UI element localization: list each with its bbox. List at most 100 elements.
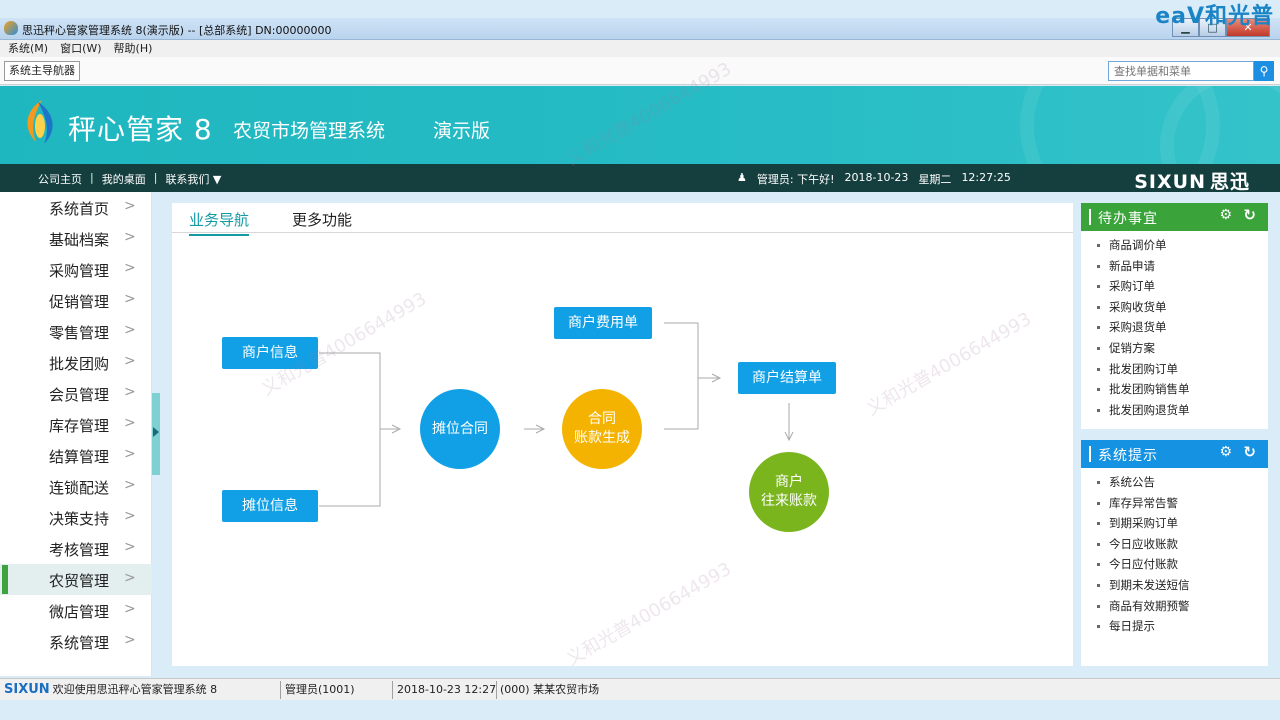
tips-list: 系统公告 库存异常告警 到期采购订单 今日应收账款 今日应付账款 到期未发送短信…: [1081, 468, 1268, 637]
chevron-right-icon: >: [124, 291, 136, 307]
tips-item[interactable]: 商品有效期预警: [1081, 596, 1268, 617]
gear-icon[interactable]: ⚙: [1219, 444, 1232, 460]
refresh-icon[interactable]: ↻: [1243, 206, 1256, 224]
user-greeting: 管理员: 下午好!: [756, 173, 835, 186]
header-accent: [1089, 209, 1091, 225]
todo-item[interactable]: 批发团购订单: [1081, 359, 1268, 380]
sidebar-item-label: 基础档案: [49, 231, 110, 249]
sidebar-item-inventory[interactable]: 库存管理 >: [0, 409, 152, 440]
user-info: ♟ 管理员: 下午好! 2018-10-23 星期二 12:27:25: [737, 171, 1011, 187]
menu-system[interactable]: 系统(M): [8, 40, 48, 57]
chevron-right-icon: >: [124, 539, 136, 555]
current-date: 2018-10-23: [844, 171, 909, 184]
flow-contract-line1: 合同: [588, 411, 616, 427]
menu-window[interactable]: 窗口(W): [60, 40, 101, 57]
current-time: 12:27:25: [961, 171, 1011, 184]
tips-item[interactable]: 到期采购订单: [1081, 513, 1268, 534]
flow-stall-info[interactable]: 摊位信息: [222, 490, 318, 522]
todo-header: 待办事宜 ⚙ ↻: [1081, 203, 1268, 231]
sidebar-item-label: 零售管理: [49, 324, 110, 342]
nav-contact-us[interactable]: 联系我们 ▼: [165, 171, 221, 187]
sidebar-collapse-handle[interactable]: [152, 393, 160, 475]
todo-item[interactable]: 商品调价单: [1081, 235, 1268, 256]
menu-help[interactable]: 帮助(H): [114, 40, 153, 57]
sidebar-item-purchase[interactable]: 采购管理 >: [0, 254, 152, 285]
sidebar-item-settlement[interactable]: 结算管理 >: [0, 440, 152, 471]
top-navbar: 公司主页 | 我的桌面 | 联系我们 ▼ ♟ 管理员: 下午好! 2018-10…: [0, 164, 1280, 193]
status-market: (000) 某某农贸市场: [500, 683, 600, 696]
tips-item[interactable]: 到期未发送短信: [1081, 575, 1268, 596]
sixun-logo-cn: 思迅: [1209, 171, 1250, 193]
tips-item[interactable]: 系统公告: [1081, 472, 1268, 493]
tab-main-navigator[interactable]: 系统主导航器: [4, 61, 80, 81]
edition-label: 演示版: [433, 120, 491, 142]
todo-item[interactable]: 采购订单: [1081, 276, 1268, 297]
search-input[interactable]: [1108, 61, 1254, 81]
flow-merchant-info[interactable]: 商户信息: [222, 337, 318, 369]
status-divider: [392, 681, 393, 699]
tips-item[interactable]: 库存异常告警: [1081, 493, 1268, 514]
sidebar-item-label: 农贸管理: [49, 572, 110, 590]
sidebar-item-micro-store[interactable]: 微店管理 >: [0, 595, 152, 626]
status-logo: SIXUN: [4, 682, 50, 697]
chevron-right-icon: >: [124, 353, 136, 369]
todo-panel: 待办事宜 ⚙ ↻ 商品调价单 新品申请 采购订单 采购收货单 采购退货单 促销方…: [1081, 203, 1268, 429]
nav-company-home[interactable]: 公司主页: [38, 171, 82, 187]
tips-item[interactable]: 今日应收账款: [1081, 534, 1268, 555]
status-welcome-text: 欢迎使用思迅秤心管家管理系统 8: [52, 683, 218, 696]
todo-item[interactable]: 新品申请: [1081, 256, 1268, 277]
sidebar-item-label: 连锁配送: [49, 479, 110, 497]
todo-item[interactable]: 采购退货单: [1081, 317, 1268, 338]
sidebar-item-distribution[interactable]: 连锁配送 >: [0, 471, 152, 502]
status-bar: SIXUN 欢迎使用思迅秤心管家管理系统 8 管理员(1001) 2018-10-…: [0, 678, 1280, 700]
sidebar-item-system[interactable]: 系统管理 >: [0, 626, 152, 657]
tips-item[interactable]: 今日应付账款: [1081, 554, 1268, 575]
sidebar-item-decision[interactable]: 决策支持 >: [0, 502, 152, 533]
nav-separator: |: [153, 171, 158, 184]
sidebar-item-label: 促销管理: [49, 293, 110, 311]
flow-stall-contract-label: 摊位合同: [432, 420, 488, 437]
chevron-right-icon: >: [124, 198, 136, 214]
todo-item[interactable]: 采购收货单: [1081, 297, 1268, 318]
sidebar-item-wholesale[interactable]: 批发团购 >: [0, 347, 152, 378]
header-accent: [1089, 446, 1091, 462]
flow-merchant-fee[interactable]: 商户费用单: [554, 307, 652, 339]
sidebar-item-label: 采购管理: [49, 262, 110, 280]
search-icon[interactable]: ⚲: [1254, 61, 1274, 81]
flow-ar-line2: 往来账款: [761, 493, 817, 509]
product-name: 秤心管家 8: [68, 113, 213, 146]
connector-generate-to-fee: [664, 322, 699, 430]
chevron-right-icon: >: [124, 632, 136, 648]
todo-title: 待办事宜: [1098, 211, 1158, 227]
sidebar-item-label: 微店管理: [49, 603, 110, 621]
todo-item[interactable]: 批发团购退货单: [1081, 400, 1268, 421]
navbar-links: 公司主页 | 我的桌面 | 联系我们 ▼: [38, 171, 221, 187]
flow-merchant-settle[interactable]: 商户结算单: [738, 362, 836, 394]
window-title: 思迅秤心管家管理系统 8(演示版) -- [总部系统] DN:00000000: [22, 24, 332, 37]
sidebar-item-label: 系统首页: [49, 200, 110, 218]
system-name: 农贸市场管理系统: [233, 120, 386, 142]
sidebar-item-basic-files[interactable]: 基础档案 >: [0, 223, 152, 254]
todo-item[interactable]: 批发团购销售单: [1081, 379, 1268, 400]
chevron-right-icon: >: [124, 477, 136, 493]
refresh-icon[interactable]: ↻: [1243, 443, 1256, 461]
sidebar-item-member[interactable]: 会员管理 >: [0, 378, 152, 409]
flow-contract-generate[interactable]: 合同 账款生成: [562, 389, 642, 469]
tips-item[interactable]: 每日提示: [1081, 616, 1268, 637]
todo-item[interactable]: 促销方案: [1081, 338, 1268, 359]
flow-contract-line2: 账款生成: [574, 430, 630, 446]
nav-separator: |: [90, 171, 94, 184]
sixun-logo-text: SIXUN: [1134, 171, 1206, 193]
sidebar-item-assessment[interactable]: 考核管理 >: [0, 533, 152, 564]
sidebar-menu: 系统首页 > 基础档案 > 采购管理 > 促销管理 > 零售管理 > 批发团购 > 会员管理…: [0, 192, 152, 676]
sidebar-item-retail[interactable]: 零售管理 >: [0, 316, 152, 347]
gear-icon[interactable]: ⚙: [1219, 207, 1232, 223]
sidebar-item-home[interactable]: 系统首页 >: [0, 192, 152, 223]
nav-my-desktop[interactable]: 我的桌面: [102, 171, 146, 187]
chevron-right-icon: >: [124, 601, 136, 617]
sidebar-item-promotion[interactable]: 促销管理 >: [0, 285, 152, 316]
chevron-right-icon: >: [124, 415, 136, 431]
flow-stall-contract[interactable]: 摊位合同: [420, 389, 500, 469]
sidebar-item-farm-market[interactable]: 农贸管理 >: [0, 564, 152, 595]
flow-merchant-ar[interactable]: 商户 往来账款: [749, 452, 829, 532]
